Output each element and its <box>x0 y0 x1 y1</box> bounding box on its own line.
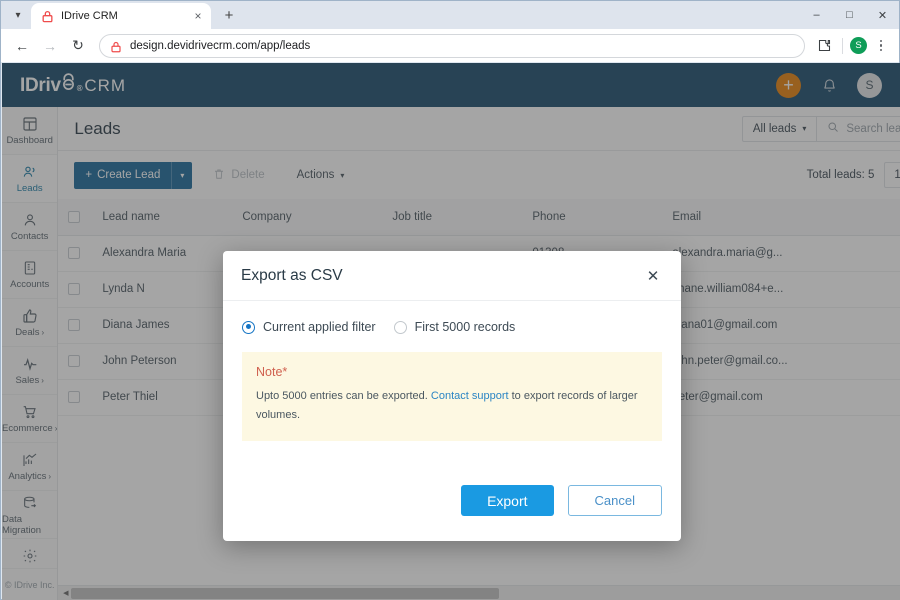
tab-title: IDrive CRM <box>61 10 184 22</box>
lock-icon <box>110 40 122 52</box>
kebab-icon[interactable] <box>871 35 891 57</box>
window-close-button[interactable]: ✕ <box>866 1 899 29</box>
browser-toolbar-icons: S <box>813 35 891 57</box>
browser-window: ▾ IDrive CRM × + – □ ✕ ← → ↻ <box>0 0 900 600</box>
browser-navbar: ← → ↻ design.devidrivecrm.com/app/leads … <box>1 29 899 62</box>
puzzle-icon[interactable] <box>813 35 835 57</box>
radio-indicator[interactable] <box>394 321 407 334</box>
address-bar-url: design.devidrivecrm.com/app/leads <box>130 40 310 52</box>
export-button-focus-ring: Export <box>455 479 559 522</box>
dialog-title: Export as CSV <box>241 267 343 285</box>
note-text-before: Upto 5000 entries can be exported. <box>256 390 431 402</box>
contact-support-link[interactable]: Contact support <box>431 390 509 402</box>
browser-tab[interactable]: IDrive CRM × <box>31 3 211 29</box>
chrome-profile-avatar[interactable]: S <box>850 37 867 54</box>
dialog-body: Current applied filter First 5000 record… <box>223 301 681 479</box>
note-text: Upto 5000 entries can be exported. Conta… <box>256 387 648 426</box>
reload-icon[interactable]: ↻ <box>65 33 91 59</box>
window-maximize-button[interactable]: □ <box>833 1 866 29</box>
radio-current-applied-filter[interactable]: Current applied filter <box>242 320 376 334</box>
export-csv-dialog: Export as CSV ✕ Current applied filter F… <box>223 251 681 541</box>
tab-list-button[interactable]: ▾ <box>5 2 31 28</box>
address-bar[interactable]: design.devidrivecrm.com/app/leads <box>99 34 805 58</box>
radio-indicator-selected[interactable] <box>242 321 255 334</box>
tab-close-icon[interactable]: × <box>191 9 205 23</box>
window-controls: – □ ✕ <box>800 1 899 29</box>
note-box: Note* Upto 5000 entries can be exported.… <box>242 352 662 441</box>
back-icon[interactable]: ← <box>9 33 35 59</box>
lock-icon <box>41 10 54 23</box>
radio-label: Current applied filter <box>263 320 376 334</box>
radio-label: First 5000 records <box>415 320 516 334</box>
radio-first-5000-records[interactable]: First 5000 records <box>394 320 516 334</box>
export-scope-radio-group: Current applied filter First 5000 record… <box>242 320 662 334</box>
cancel-button[interactable]: Cancel <box>568 485 662 516</box>
dialog-footer: Export Cancel <box>223 479 681 541</box>
page-viewport: IDriv ® CRM + <box>2 63 900 600</box>
new-tab-button[interactable]: + <box>216 2 242 28</box>
toolbar-divider <box>842 38 843 54</box>
window-minimize-button[interactable]: – <box>800 1 833 29</box>
note-title: Note* <box>256 365 648 379</box>
export-button[interactable]: Export <box>461 485 553 516</box>
tab-strip: ▾ IDrive CRM × + – □ ✕ <box>1 1 899 29</box>
dialog-header: Export as CSV ✕ <box>223 251 681 301</box>
close-icon[interactable]: ✕ <box>643 266 663 286</box>
forward-icon[interactable]: → <box>37 33 63 59</box>
chevron-down-icon: ▾ <box>15 10 20 21</box>
